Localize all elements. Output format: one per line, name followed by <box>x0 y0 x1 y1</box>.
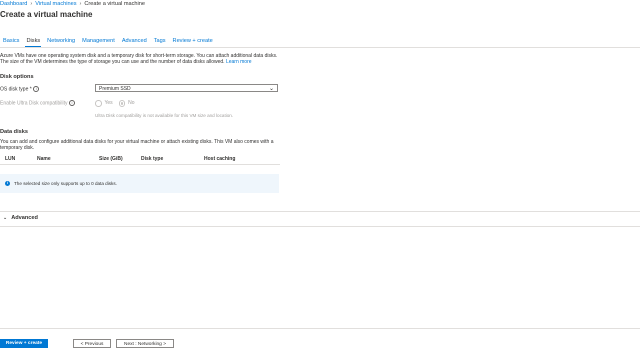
column-disk-type: Disk type <box>141 156 164 162</box>
info-icon: i <box>5 181 10 187</box>
radio-yes[interactable]: Yes <box>95 100 113 107</box>
next-networking-button[interactable]: Next : Networking > <box>116 339 174 348</box>
radio-no-circle <box>118 100 126 107</box>
page-title: Create a virtual machine <box>0 10 93 19</box>
tab-management[interactable]: Management <box>81 37 116 46</box>
chevron-down-icon: ⌄ <box>268 86 274 92</box>
tab-advanced[interactable]: Advanced <box>121 37 148 46</box>
advanced-label: Advanced <box>11 215 38 221</box>
column-size: Size (GiB) <box>99 156 123 162</box>
data-disks-info-text: The selected size only supports up to 0 … <box>14 181 117 186</box>
tab-disks[interactable]: Disks <box>25 37 42 47</box>
ultra-disk-note: Ultra Disk compatibility is not availabl… <box>95 113 234 118</box>
ultra-disk-radio-group: Yes No <box>95 100 141 107</box>
column-lun: LUN <box>5 156 16 162</box>
review-create-button[interactable]: Review + create <box>0 339 48 348</box>
breadcrumb-virtual-machines[interactable]: Virtual machines <box>35 1 76 7</box>
disk-options-heading: Disk options <box>0 74 34 80</box>
footer-divider <box>0 328 640 329</box>
data-disks-info-bar: i The selected size only supports up to 0… <box>0 174 279 193</box>
radio-yes-circle <box>95 100 102 107</box>
os-disk-type-label: OS disk type * i <box>0 86 40 93</box>
radio-no-label: No <box>128 100 135 107</box>
ultra-disk-label: Enable Ultra Disk compatibility i <box>0 100 76 107</box>
os-disk-type-value: Premium SSD <box>99 86 131 92</box>
column-host-caching: Host caching <box>204 156 236 162</box>
os-disk-type-dropdown[interactable]: Premium SSD ⌄ <box>95 84 278 92</box>
disks-intro: Azure VMs have one operating system disk… <box>0 53 282 65</box>
data-disks-heading: Data disks <box>0 129 28 135</box>
info-icon[interactable]: i <box>33 86 40 92</box>
column-name: Name <box>37 156 51 162</box>
tabs-divider <box>0 47 640 48</box>
breadcrumb: Dashboard › Virtual machines › Create a virt… <box>0 0 145 10</box>
table-header-divider <box>0 164 280 165</box>
info-icon[interactable]: i <box>69 100 76 106</box>
radio-yes-label: Yes <box>104 100 113 107</box>
tab-basics[interactable]: Basics <box>2 37 20 46</box>
tab-review-create[interactable]: Review + create <box>172 37 214 46</box>
data-disks-intro: You can add and configure additional dat… <box>0 139 274 152</box>
breadcrumb-current: Create a virtual machine <box>84 1 146 7</box>
os-disk-type-label-text: OS disk type * <box>0 86 32 93</box>
ultra-disk-label-text: Enable Ultra Disk compatibility <box>0 100 68 107</box>
chevron-down-icon: ⌄ <box>3 215 8 221</box>
breadcrumb-separator: › <box>79 1 82 7</box>
advanced-expander[interactable]: ⌄ Advanced <box>3 215 38 221</box>
previous-button[interactable]: < Previous <box>73 339 111 348</box>
tab-tags[interactable]: Tags <box>153 37 167 46</box>
learn-more-link[interactable]: Learn more <box>226 59 252 65</box>
breadcrumb-separator: › <box>30 1 33 7</box>
advanced-divider-top <box>0 211 640 212</box>
advanced-divider-bottom <box>0 226 640 227</box>
breadcrumb-dashboard[interactable]: Dashboard <box>0 1 27 7</box>
radio-no[interactable]: No <box>118 100 135 107</box>
tab-networking[interactable]: Networking <box>46 37 76 46</box>
